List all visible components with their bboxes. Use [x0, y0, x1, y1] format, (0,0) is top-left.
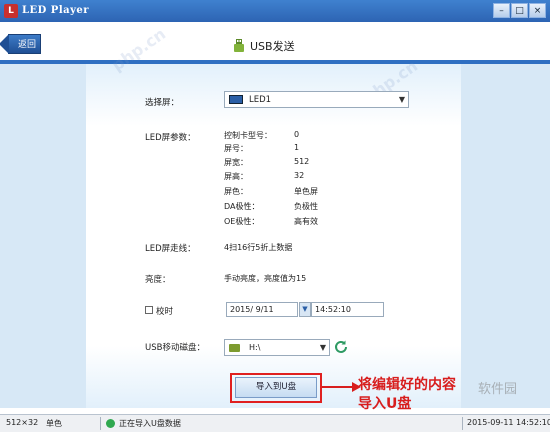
brightness-value: 手动亮度，亮度值为15 [224, 274, 307, 283]
usb-disk-value: H:\ [249, 343, 261, 352]
time-sync-checkbox[interactable] [145, 306, 153, 314]
status-message: 正在导入U盘数据 [119, 419, 181, 428]
param-value: 负极性 [294, 202, 318, 211]
title-bar: L LED Player – □ × [0, 0, 550, 22]
header-title-group: USB发送 [232, 38, 295, 54]
param-value: 单色屏 [294, 187, 318, 196]
status-resolution: 512×32 [6, 418, 39, 427]
refresh-icon[interactable] [333, 339, 349, 355]
status-bar: 512×32 单色 正在导入U盘数据 2015-09-11 14:52:10 [0, 414, 550, 432]
brightness-label: 亮度： [145, 275, 171, 285]
export-to-usb-button[interactable]: 导入到U盘 [235, 377, 317, 398]
annotation-text: 将编辑好的内容 导入U盘 [358, 376, 456, 414]
maximize-button[interactable]: □ [511, 3, 528, 18]
param-value: 1 [294, 143, 300, 152]
status-ok-icon [106, 419, 115, 428]
param-key: 控制卡型号： [224, 131, 272, 140]
screen-select[interactable]: LED1 ▼ [224, 91, 409, 108]
chevron-down-icon[interactable]: ▼ [399, 95, 405, 104]
param-key: 屏号： [224, 144, 248, 153]
time-field[interactable]: 14:52:10 [311, 302, 384, 317]
usb-icon [234, 39, 244, 52]
wiring-value: 4扫16行5折上数据 [224, 243, 293, 252]
param-key: 屏高： [224, 172, 248, 181]
annotation-arrow [322, 382, 361, 392]
usb-disk-label: USB移动磁盘： [145, 343, 205, 353]
back-button[interactable]: 返回 [0, 34, 41, 54]
date-field[interactable]: 2015/ 9/11 [226, 302, 298, 317]
status-color-mode: 单色 [46, 419, 62, 428]
param-key: 屏宽： [224, 158, 248, 167]
select-screen-label: 选择屏： [145, 98, 180, 108]
screen-params-label: LED屏参数： [145, 133, 196, 143]
status-separator [100, 417, 101, 430]
watermark-logo: 软件园 [478, 382, 518, 397]
page-title: USB发送 [250, 40, 295, 53]
param-value: 高有效 [294, 217, 318, 226]
usb-disk-select[interactable]: H:\ ▼ [224, 339, 330, 356]
window-title: LED Player [22, 5, 90, 16]
drive-icon [229, 344, 240, 352]
minimize-button[interactable]: – [493, 3, 510, 18]
chevron-down-icon[interactable]: ▼ [320, 343, 326, 352]
close-button[interactable]: × [529, 3, 546, 18]
param-key: OE极性： [224, 217, 260, 226]
screen-select-value: LED1 [249, 95, 272, 105]
time-sync-label: 校时 [156, 307, 174, 317]
annotation-line-1: 将编辑好的内容 [358, 377, 456, 393]
status-separator [462, 417, 463, 430]
annotation-line-2: 导入U盘 [358, 396, 412, 412]
wiring-label: LED屏走线： [145, 244, 196, 254]
date-dropdown-button[interactable]: ▼ [299, 302, 311, 317]
param-value: 0 [294, 130, 300, 139]
param-key: 屏色： [224, 187, 248, 196]
param-value: 32 [294, 171, 305, 180]
param-key: DA极性： [224, 202, 260, 211]
content-panel [86, 64, 461, 408]
status-datetime: 2015-09-11 14:52:10 [467, 418, 550, 427]
app-icon: L [4, 4, 18, 18]
screen-icon [229, 95, 243, 104]
window-controls: – □ × [493, 3, 546, 18]
param-value: 512 [294, 157, 310, 166]
